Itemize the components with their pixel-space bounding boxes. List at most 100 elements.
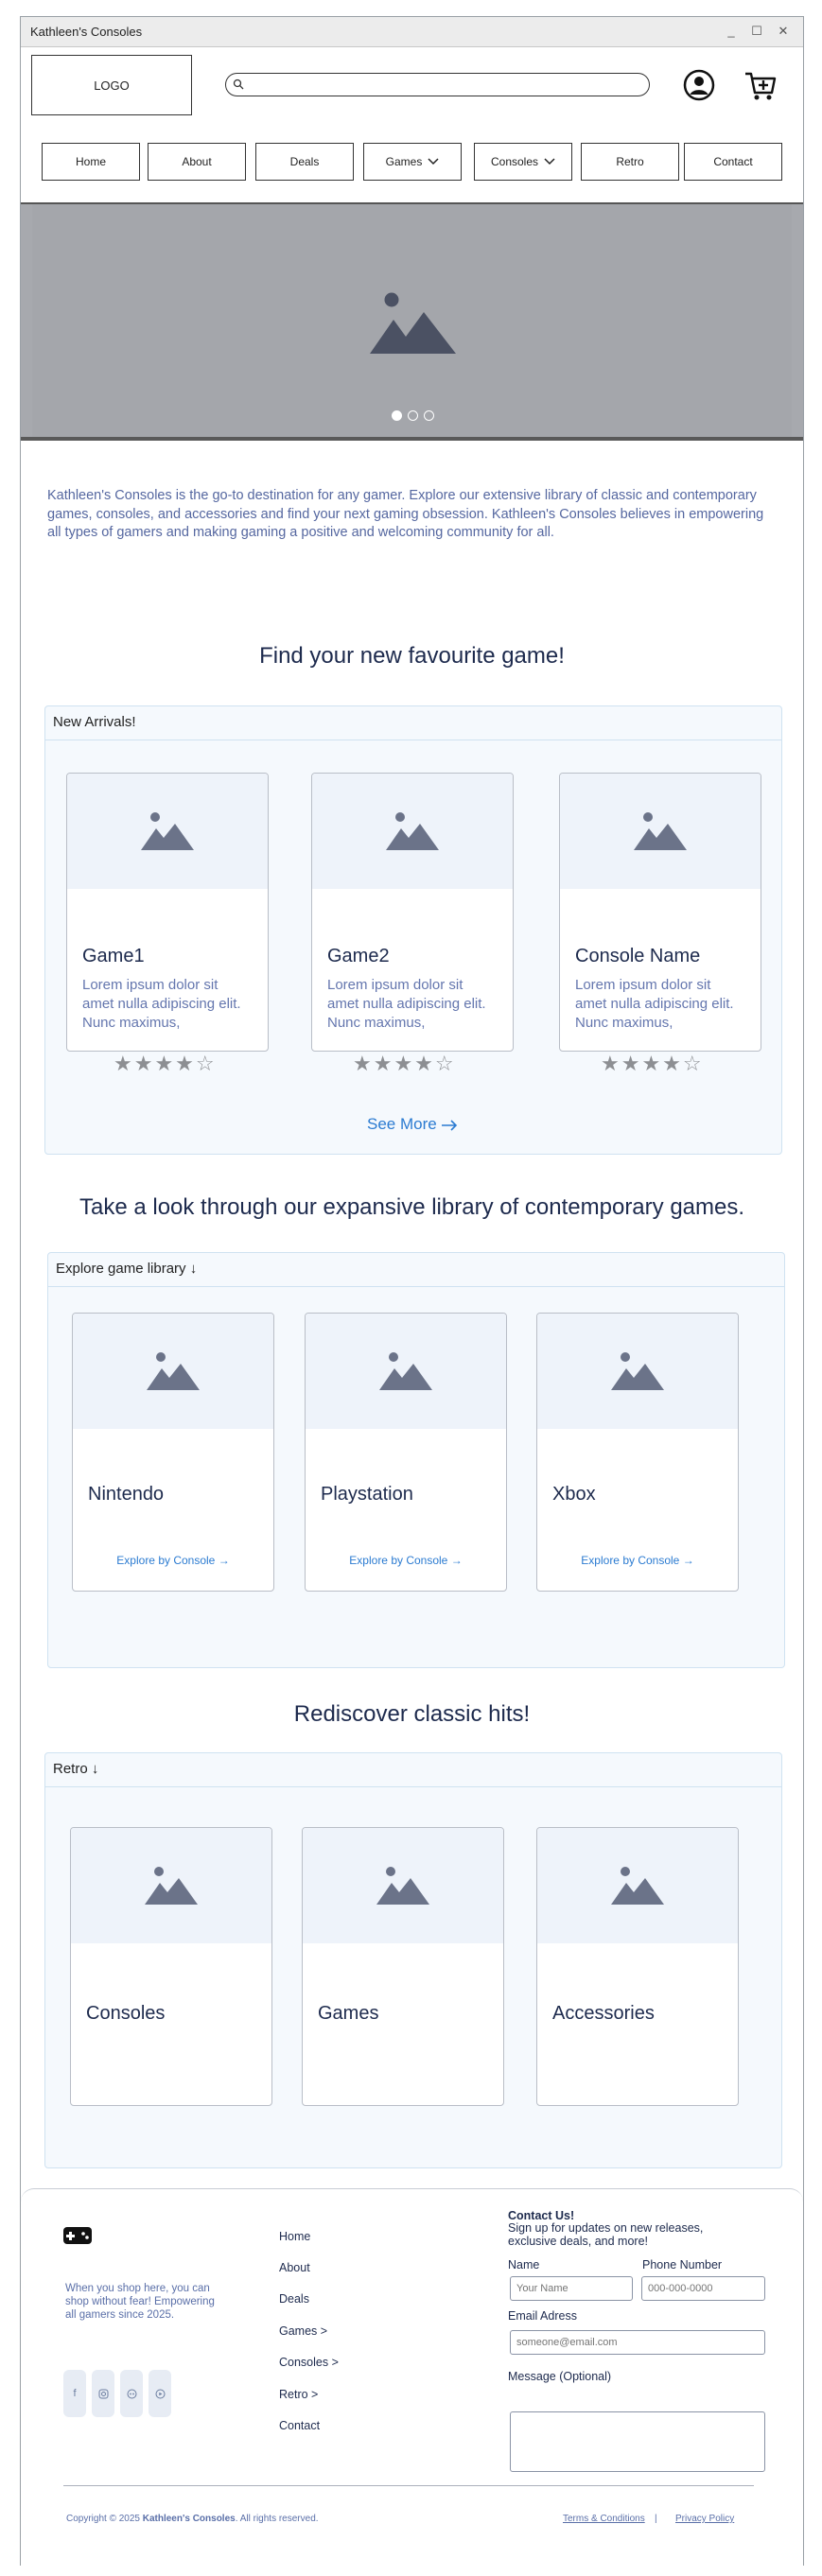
retro-card-consoles[interactable]: Consoles: [70, 1827, 272, 2106]
product-card-3[interactable]: Console Name Lorem ipsum dolor sit amet …: [559, 773, 761, 1052]
retro-card-games[interactable]: Games: [302, 1827, 504, 2106]
card-title: Xbox: [552, 1484, 596, 1505]
footer-link-contact[interactable]: Contact: [279, 2419, 320, 2432]
carousel-dot-1[interactable]: [392, 410, 402, 421]
site-logo[interactable]: LOGO: [31, 55, 192, 115]
panel-title: Explore game library ↓: [48, 1253, 784, 1287]
footer-link-about[interactable]: About: [279, 2261, 310, 2274]
footer-link-retro[interactable]: Retro >: [279, 2388, 318, 2401]
retro-card-accessories[interactable]: Accessories: [536, 1827, 739, 2106]
panel-title: New Arrivals!: [45, 706, 781, 740]
product-card-1[interactable]: Game1 Lorem ipsum dolor sit amet nulla a…: [66, 773, 269, 1052]
privacy-link[interactable]: Privacy Policy: [675, 2514, 734, 2524]
see-more-link[interactable]: See More: [367, 1115, 458, 1134]
footer-link-deals[interactable]: Deals: [279, 2292, 309, 2306]
browser-window: Kathleen's Consoles _ ☐ ✕ LOGO Home Abou…: [20, 16, 804, 2567]
instagram-icon[interactable]: [92, 2370, 114, 2417]
card-description: Lorem ipsum dolor sit amet nulla adipisc…: [327, 977, 486, 1031]
card-title: Accessories: [552, 2003, 655, 2024]
nav-home[interactable]: Home: [42, 143, 140, 181]
nav-label: Deals: [289, 155, 320, 168]
close-icon[interactable]: ✕: [775, 23, 792, 40]
nav-games-dropdown[interactable]: Games: [363, 143, 462, 181]
message-label: Message (Optional): [508, 2370, 612, 2383]
legal-separator: |: [655, 2514, 657, 2524]
arrow-right-icon: [442, 1119, 458, 1131]
explore-by-console-link[interactable]: Explore by Console →: [73, 1554, 273, 1567]
rating-stars: ★★★★☆: [353, 1052, 456, 1075]
card-title: Game2: [327, 946, 390, 966]
card-image: [67, 774, 268, 889]
nav-label: Retro: [616, 155, 644, 168]
explore-by-console-link[interactable]: Explore by Console →: [306, 1554, 506, 1567]
message-field[interactable]: [510, 2411, 765, 2472]
carousel-dot-3[interactable]: [424, 410, 434, 421]
nav-about[interactable]: About: [148, 143, 246, 181]
user-circle-icon[interactable]: [683, 69, 715, 101]
chevron-down-icon: [544, 158, 555, 165]
image-placeholder-icon: [145, 1867, 198, 1905]
facebook-icon[interactable]: f: [63, 2370, 86, 2417]
phone-field[interactable]: [641, 2276, 765, 2301]
card-title: Consoles: [86, 2003, 166, 2024]
nav-contact[interactable]: Contact: [684, 143, 782, 181]
card-image: [560, 774, 761, 889]
hero-slide: [32, 204, 792, 437]
card-title: Game1: [82, 946, 145, 966]
title-bar: Kathleen's Consoles _ ☐ ✕: [21, 17, 803, 47]
contact-heading: Contact Us!: [508, 2209, 575, 2222]
copyright-text: Copyright © 2025 Kathleen's Consoles. Al…: [66, 2514, 319, 2524]
footer-link-home[interactable]: Home: [279, 2230, 310, 2243]
card-image: [73, 1314, 273, 1429]
card-image: [303, 1828, 503, 1943]
copyright-prefix: Copyright © 2025: [66, 2514, 143, 2524]
window-title: Kathleen's Consoles: [30, 25, 143, 39]
section-title-new: Find your new favourite game!: [259, 643, 565, 669]
card-image: [537, 1314, 738, 1429]
console-card-xbox[interactable]: Xbox Explore by Console →: [536, 1313, 739, 1592]
nav-retro[interactable]: Retro: [581, 143, 679, 181]
discord-icon[interactable]: [120, 2370, 143, 2417]
nav-label: Consoles: [490, 155, 539, 168]
card-description: Lorem ipsum dolor sit amet nulla adipisc…: [82, 977, 241, 1031]
nav-label: About: [182, 155, 212, 168]
chevron-down-icon: [428, 158, 439, 165]
image-placeholder-icon: [386, 812, 439, 850]
carousel-dot-2[interactable]: [408, 410, 418, 421]
nav-consoles-dropdown[interactable]: Consoles: [474, 143, 572, 181]
image-placeholder-icon: [634, 812, 687, 850]
product-card-2[interactable]: Game2 Lorem ipsum dolor sit amet nulla a…: [311, 773, 514, 1052]
name-field[interactable]: [510, 2276, 633, 2301]
terms-link[interactable]: Terms & Conditions: [563, 2514, 645, 2524]
search-input[interactable]: [247, 76, 635, 93]
footer-link-games[interactable]: Games >: [279, 2324, 327, 2338]
image-placeholder-icon: [370, 292, 456, 354]
section-title-retro: Rediscover classic hits!: [293, 1701, 531, 1727]
maximize-icon[interactable]: ☐: [748, 23, 765, 40]
nav-deals[interactable]: Deals: [255, 143, 354, 181]
copyright-suffix: . All rights reserved.: [235, 2514, 319, 2524]
card-title: Console Name: [575, 946, 701, 966]
card-title: Playstation: [321, 1484, 413, 1505]
footer-link-consoles[interactable]: Consoles >: [279, 2356, 339, 2369]
image-placeholder-icon: [141, 812, 194, 850]
card-description: Lorem ipsum dolor sit amet nulla adipisc…: [575, 977, 734, 1031]
new-arrivals-panel: New Arrivals! Game1 Lorem ipsum dolor si…: [44, 705, 782, 1155]
console-card-playstation[interactable]: Playstation Explore by Console →: [305, 1313, 507, 1592]
panel-title: Retro ↓: [45, 1753, 781, 1787]
card-title: Games: [318, 2003, 379, 2024]
rating-stars: ★★★★☆: [601, 1052, 704, 1075]
youtube-icon[interactable]: [149, 2370, 171, 2417]
cart-plus-icon[interactable]: [743, 69, 778, 103]
retro-panel: Retro ↓ Consoles Games Accessories: [44, 1752, 782, 2168]
gamepad-icon: [63, 2227, 92, 2244]
minimize-icon[interactable]: _: [723, 23, 740, 40]
hero-carousel[interactable]: [21, 204, 803, 437]
card-title: Nintendo: [88, 1484, 165, 1505]
card-image: [312, 774, 513, 889]
console-card-nintendo[interactable]: Nintendo Explore by Console →: [72, 1313, 274, 1592]
email-field[interactable]: [510, 2330, 765, 2355]
image-placeholder-icon: [379, 1352, 432, 1390]
search-bar[interactable]: [225, 73, 650, 96]
explore-by-console-link[interactable]: Explore by Console →: [537, 1554, 738, 1567]
